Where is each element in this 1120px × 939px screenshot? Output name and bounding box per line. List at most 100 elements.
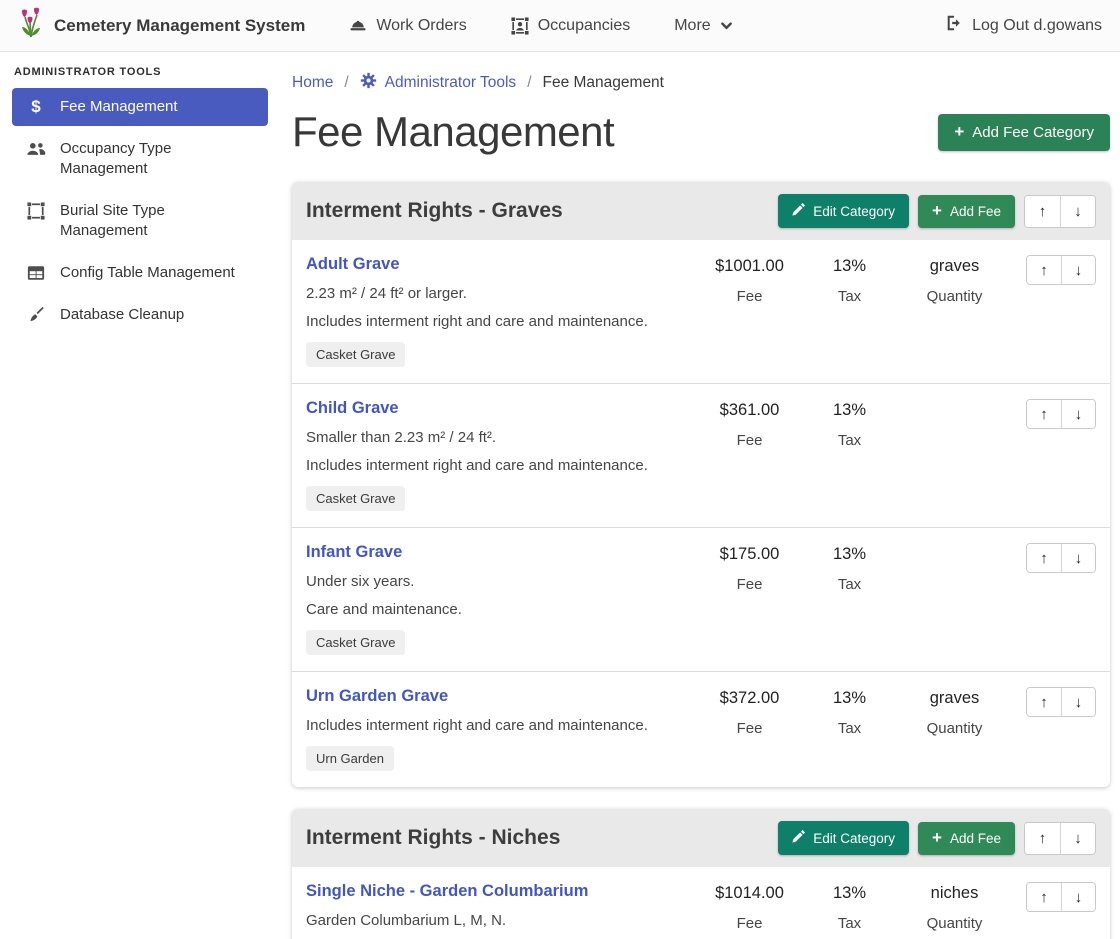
- sidebar: Administrator Tools $ Fee Management Occ…: [0, 52, 280, 939]
- fee-amount-label: Fee: [697, 432, 802, 449]
- plus-icon: +: [932, 831, 942, 845]
- move-up-button[interactable]: ↑: [1027, 544, 1061, 572]
- quantity-value: graves: [897, 689, 1012, 708]
- fee-amount-label: Fee: [697, 576, 802, 593]
- nav-more-label: More: [674, 17, 710, 35]
- tax-label: Tax: [802, 432, 897, 449]
- fee-description: Includes interment right and care and ma…: [306, 457, 697, 474]
- fee-row: Child Grave Smaller than 2.23 m² / 24 ft…: [292, 383, 1110, 527]
- chevron-down-icon: [720, 19, 733, 32]
- top-navbar: Cemetery Management System Work Orders O…: [0, 0, 1120, 52]
- fee-reorder-group: ↑ ↓: [1026, 543, 1096, 573]
- breadcrumb-home-link[interactable]: Home: [292, 74, 333, 92]
- quantity-label: Quantity: [897, 288, 1012, 305]
- edit-category-button[interactable]: Edit Category: [778, 194, 909, 228]
- fee-reorder-group: ↑ ↓: [1026, 255, 1096, 285]
- fee-amount: $361.00: [697, 401, 802, 420]
- sidebar-item-database-cleanup[interactable]: Database Cleanup: [12, 296, 268, 334]
- quantity-label: Quantity: [897, 720, 1012, 737]
- move-up-button[interactable]: ↑: [1027, 256, 1061, 284]
- crop-frame-icon: [26, 202, 46, 220]
- fee-tag-badge: Casket Grave: [306, 630, 405, 655]
- fee-reorder-group: ↑ ↓: [1026, 882, 1096, 912]
- edit-category-button[interactable]: Edit Category: [778, 821, 909, 855]
- move-down-button[interactable]: ↓: [1060, 823, 1095, 854]
- move-up-button[interactable]: ↑: [1027, 883, 1061, 911]
- move-up-button[interactable]: ↑: [1027, 688, 1061, 716]
- sidebar-item-burial-site-type[interactable]: Burial Site Type Management: [12, 192, 268, 250]
- edit-category-label: Edit Category: [813, 831, 895, 846]
- fee-name-link[interactable]: Urn Garden Grave: [306, 687, 448, 705]
- add-fee-category-button[interactable]: + Add Fee Category: [938, 114, 1110, 151]
- fee-row: Urn Garden Grave Includes interment righ…: [292, 671, 1110, 787]
- plus-icon: +: [954, 125, 964, 139]
- move-down-button[interactable]: ↓: [1061, 688, 1095, 716]
- sidebar-heading: Administrator Tools: [14, 66, 280, 78]
- nav-work-orders[interactable]: Work Orders: [349, 17, 466, 35]
- main-content: Home / Administrator Tool: [280, 52, 1120, 939]
- app-brand[interactable]: Cemetery Management System: [18, 7, 305, 44]
- pencil-icon: [792, 203, 805, 219]
- tax-value: 13%: [802, 689, 897, 708]
- fee-amount-label: Fee: [697, 915, 802, 932]
- nav-more[interactable]: More: [674, 17, 732, 35]
- table-icon: [26, 264, 46, 282]
- nav-occupancies[interactable]: Occupancies: [511, 17, 631, 35]
- move-down-button[interactable]: ↓: [1061, 544, 1095, 572]
- fee-description: Garden Columbarium L, M, N.: [306, 912, 697, 929]
- fee-description: Includes interment right and care and ma…: [306, 313, 697, 330]
- tax-label: Tax: [802, 915, 897, 932]
- app-title: Cemetery Management System: [54, 16, 305, 36]
- sidebar-item-config-table[interactable]: Config Table Management: [12, 254, 268, 292]
- category-title: Interment Rights - Niches: [306, 826, 778, 850]
- logout-button[interactable]: Log Out d.gowans: [945, 14, 1102, 37]
- add-fee-label: Add Fee: [950, 204, 1001, 219]
- sidebar-item-label: Burial Site Type Management: [60, 201, 254, 241]
- page-title: Fee Management: [292, 108, 614, 156]
- breadcrumb-admin-tools-link[interactable]: Administrator Tools: [360, 72, 517, 94]
- fee-description: Care and maintenance.: [306, 601, 697, 618]
- fee-name-link[interactable]: Single Niche - Garden Columbarium: [306, 882, 588, 900]
- move-up-button[interactable]: ↑: [1025, 196, 1060, 227]
- fee-tag-badge: Casket Grave: [306, 342, 405, 367]
- logout-label: Log Out d.gowans: [972, 17, 1102, 35]
- move-up-button[interactable]: ↑: [1025, 823, 1060, 854]
- plus-icon: +: [932, 204, 942, 218]
- add-fee-button[interactable]: + Add Fee: [918, 822, 1015, 855]
- tax-label: Tax: [802, 288, 897, 305]
- fee-row: Infant Grave Under six years. Care and m…: [292, 527, 1110, 671]
- fee-name-link[interactable]: Child Grave: [306, 399, 399, 417]
- fee-amount: $1001.00: [697, 257, 802, 276]
- sidebar-item-label: Config Table Management: [60, 263, 235, 283]
- fee-tag-badge: Urn Garden: [306, 746, 394, 771]
- fee-tag-badge: Casket Grave: [306, 486, 405, 511]
- move-down-button[interactable]: ↓: [1061, 883, 1095, 911]
- nav-work-orders-label: Work Orders: [376, 17, 466, 35]
- add-fee-button[interactable]: + Add Fee: [918, 195, 1015, 228]
- move-down-button[interactable]: ↓: [1060, 196, 1095, 227]
- sidebar-item-fee-management[interactable]: $ Fee Management: [12, 88, 268, 126]
- sidebar-item-label: Occupancy Type Management: [60, 139, 254, 179]
- fee-amount: $1014.00: [697, 884, 802, 903]
- fee-amount-label: Fee: [697, 288, 802, 305]
- category-reorder-group: ↑ ↓: [1024, 195, 1096, 228]
- fee-name-link[interactable]: Adult Grave: [306, 255, 400, 273]
- tax-value: 13%: [802, 401, 897, 420]
- category-reorder-group: ↑ ↓: [1024, 822, 1096, 855]
- fee-description: Smaller than 2.23 m² / 24 ft².: [306, 429, 697, 446]
- fee-name-link[interactable]: Infant Grave: [306, 543, 402, 561]
- move-down-button[interactable]: ↓: [1061, 400, 1095, 428]
- move-up-button[interactable]: ↑: [1027, 400, 1061, 428]
- fee-category-card-niches: Interment Rights - Niches Edit Category …: [292, 809, 1110, 939]
- breadcrumb-separator: /: [344, 74, 348, 92]
- tax-value: 13%: [802, 884, 897, 903]
- move-down-button[interactable]: ↓: [1061, 256, 1095, 284]
- fee-amount: $175.00: [697, 545, 802, 564]
- broom-icon: [26, 306, 46, 324]
- tax-value: 13%: [802, 257, 897, 276]
- fee-description: 2.23 m² / 24 ft² or larger.: [306, 285, 697, 302]
- sidebar-item-occupancy-type[interactable]: Occupancy Type Management: [12, 130, 268, 188]
- logout-icon: [945, 14, 963, 37]
- nav-occupancies-label: Occupancies: [538, 17, 631, 35]
- breadcrumb: Home / Administrator Tool: [292, 72, 1110, 94]
